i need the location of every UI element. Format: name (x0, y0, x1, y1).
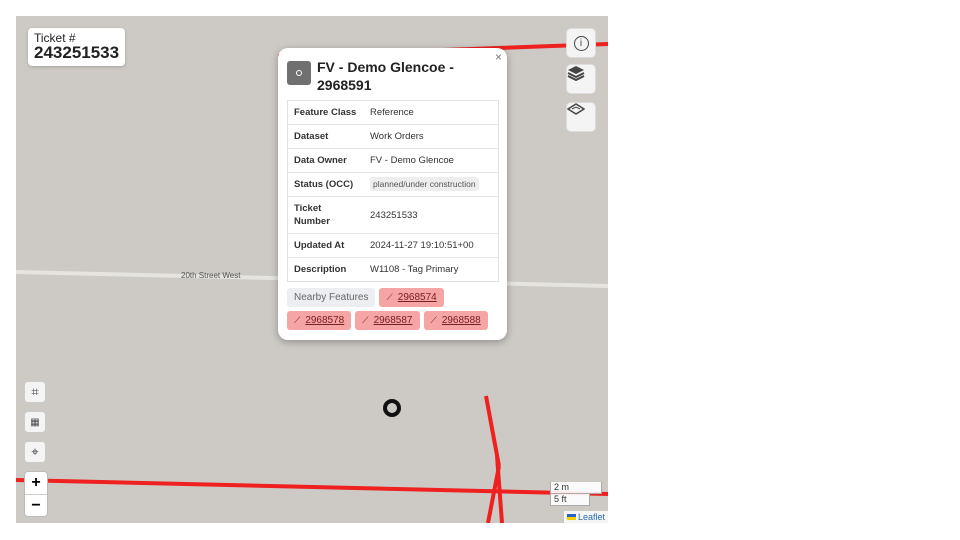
info-button[interactable]: i (566, 28, 596, 58)
line-feature-icon: ⟋ (362, 315, 369, 325)
row-value: Reference (364, 100, 499, 125)
line-feature-icon: ⟋ (430, 315, 437, 325)
table-row: Status (OCC) planned/under construction (287, 172, 499, 197)
table-row: Ticket Number 243251533 (287, 196, 499, 234)
crop-icon: ⌗ (31, 384, 39, 399)
row-key: Feature Class (287, 100, 364, 125)
ticket-number: 243251533 (34, 43, 120, 62)
row-value: FV - Demo Glencoe (364, 148, 499, 173)
line-feature-icon: ⟋ (294, 315, 301, 325)
table-row: Updated At 2024-11-27 19:10:51+00 (287, 233, 499, 258)
row-key: Data Owner (287, 148, 364, 173)
nearby-feature-link[interactable]: ⟋ 2968587 (355, 311, 420, 330)
attribution-link[interactable]: Leaflet (578, 512, 605, 522)
line-feature (484, 395, 501, 467)
street-label: 20th Street West (181, 271, 241, 280)
popup-title: FV - Demo Glencoe - 2968591 (317, 59, 454, 93)
row-key: Dataset (287, 124, 364, 149)
nearby-id[interactable]: 2968587 (374, 315, 413, 326)
crop-button[interactable]: ⌗ (24, 381, 46, 403)
zoom-control: + − (24, 471, 48, 517)
row-key: Updated At (287, 233, 364, 258)
status-badge: planned/under construction (370, 177, 479, 191)
zoom-in-button[interactable]: + (25, 472, 47, 495)
row-value: W1108 - Tag Primary (364, 257, 499, 282)
flag-icon (566, 514, 576, 520)
attribution[interactable]: Leaflet (563, 511, 608, 523)
close-popup-button[interactable]: × (495, 50, 502, 64)
basemap-button[interactable] (566, 102, 596, 132)
attributes-table: Feature Class Reference Dataset Work Order… (287, 100, 499, 282)
locate-button[interactable]: ⌖ (24, 441, 46, 463)
basemap-icon (567, 103, 585, 115)
layers-button[interactable] (566, 64, 596, 94)
ticket-box: Ticket # 243251533 (28, 28, 126, 66)
locate-icon: ⌖ (31, 444, 39, 459)
point-feature-icon (287, 61, 311, 85)
nearby-feature-link[interactable]: ⟋ 2968588 (423, 311, 488, 330)
row-key: Description (287, 257, 364, 282)
line-feature-icon: ⟋ (386, 292, 393, 302)
map-select-button[interactable]: ▦ (24, 411, 46, 433)
nearby-feature-link[interactable]: ⟋ 2968578 (287, 311, 352, 330)
row-value: 2024-11-27 19:10:51+00 (364, 233, 499, 258)
nearby-id[interactable]: 2968574 (398, 292, 437, 303)
nearby-features: Nearby Features ⟋ 2968574 ⟋ 2968578 ⟋ 29685… (287, 288, 499, 330)
nearby-id[interactable]: 2968578 (305, 315, 344, 326)
scale-metric: 2 m (550, 482, 602, 494)
zoom-out-button[interactable]: − (25, 495, 47, 517)
nearby-id[interactable]: 2968588 (442, 315, 481, 326)
line-feature (495, 455, 504, 523)
info-icon: i (573, 35, 589, 51)
nearby-feature-link[interactable]: ⟋ 2968574 (379, 288, 444, 307)
row-value: Work Orders (364, 124, 499, 149)
row-value: 243251533 (364, 196, 499, 234)
layers-icon (567, 66, 585, 81)
table-row: Description W1108 - Tag Primary (287, 257, 499, 282)
line-feature (16, 478, 608, 496)
table-row: Feature Class Reference (287, 100, 499, 125)
row-key: Ticket Number (287, 196, 364, 234)
nearby-label: Nearby Features (287, 288, 376, 307)
scale-imperial: 5 ft (550, 494, 590, 506)
table-row: Dataset Work Orders (287, 124, 499, 149)
selected-point-marker (383, 399, 401, 417)
row-key: Status (OCC) (287, 172, 364, 197)
table-row: Data Owner FV - Demo Glencoe (287, 148, 499, 173)
feature-popup: × FV - Demo Glencoe - 2968591 Feature Cl… (278, 48, 507, 340)
map[interactable]: 20th Street West Ticket # 243251533 i ⌗ … (16, 16, 608, 523)
map-select-icon: ▦ (30, 416, 40, 428)
